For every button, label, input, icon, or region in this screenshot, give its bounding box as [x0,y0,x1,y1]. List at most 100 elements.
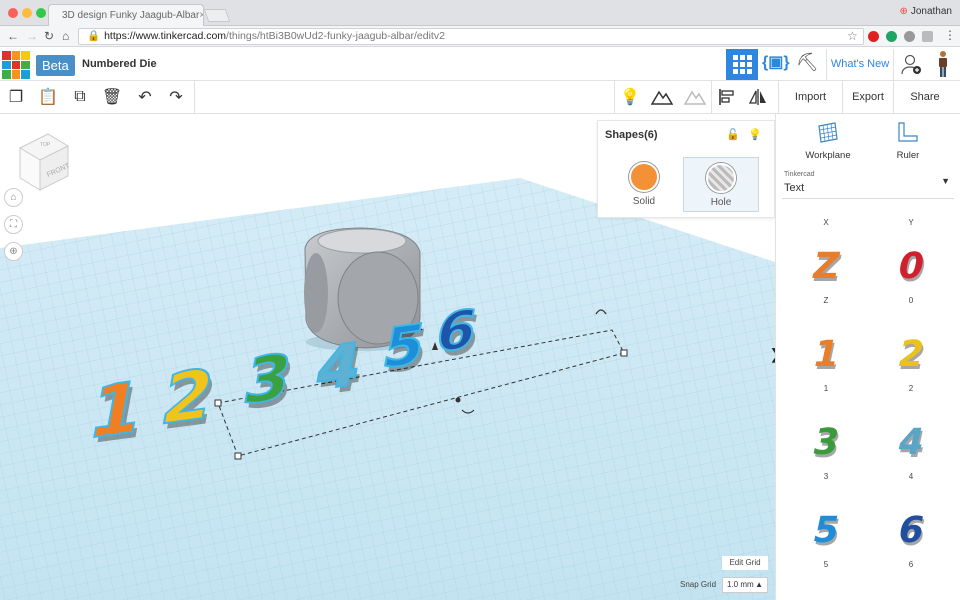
shape-tile-3[interactable]: 33 [796,418,856,481]
shape-preview-icon: 5 [809,510,843,551]
maximize-window-button[interactable] [36,8,46,18]
shape-tile-label: 6 [908,560,914,569]
paste-icon[interactable]: 📋 [38,87,58,107]
ruler-label[interactable]: Ruler [863,150,953,161]
snap-grid-value: 1.0 mm [727,580,754,589]
edit-grid-button[interactable]: Edit Grid [722,556,768,570]
browser-profile[interactable]: ⊕ Jonathan [899,6,952,17]
shape-tile-Y[interactable]: Y [881,214,941,227]
dropdown-arrow-icon[interactable]: ▼ [941,176,950,186]
fit-view-icon[interactable]: ⛶ [4,215,23,234]
lock-icon[interactable]: 🔓 [726,128,740,141]
extension-grammarly-icon[interactable] [886,31,897,42]
app-header: Beta Numbered Die {▣} ⛏ What's New [0,47,960,81]
mountain-outline-icon[interactable] [684,89,706,105]
selection-handle[interactable] [455,397,461,403]
shape-tile-X[interactable]: X [796,214,856,227]
workplane-mountain-icon[interactable] [651,89,673,105]
whats-new-button[interactable]: What's New [826,49,894,80]
shape-tile-2[interactable]: 22 [881,330,941,393]
codeblocks-icon[interactable]: {▣} [762,52,790,72]
redo-icon[interactable]: ↷ [166,87,186,107]
minimize-window-button[interactable] [22,8,32,18]
hole-pattern-swatch[interactable] [706,163,736,193]
shape-tile-1[interactable]: 11 [796,330,856,393]
workplane-label[interactable]: Workplane [783,150,873,161]
url-scheme: https:// [104,30,136,42]
design-title[interactable]: Numbered Die [82,58,157,70]
duplicate-icon[interactable]: ⧉ [70,87,90,107]
shape-tile-Z[interactable]: ZZ [796,242,856,305]
undo-icon[interactable]: ↶ [135,87,155,107]
extension-globe-icon[interactable] [904,31,915,42]
shape-preview-icon: 1 [809,334,843,375]
shape-tile-6[interactable]: 66 [881,506,941,569]
ortho-view-icon[interactable]: ⊕ [4,242,23,261]
forward-arrow-icon[interactable]: → [26,29,38,43]
shape-preview-icon: 6 [894,510,928,551]
browser-tab[interactable]: 3D design Funky Jaagub-Albar × [48,4,204,26]
close-window-button[interactable] [8,8,18,18]
extension-opera-icon[interactable] [868,31,879,42]
mirror-icon[interactable] [748,88,768,106]
ruler-icon[interactable] [896,120,920,144]
selection-handle[interactable] [234,452,242,460]
minecraft-pickaxe-icon[interactable]: ⛏ [796,52,819,73]
workplane-icon[interactable] [816,120,840,144]
category-group-label: Tinkercad [784,171,815,178]
solid-option[interactable]: Solid [606,157,682,212]
stepper-arrow-icon: ▲ [755,580,763,589]
snap-grid-label: Snap Grid [680,580,717,589]
secure-lock-icon: 🔒 [87,30,101,42]
profile-name: Jonathan [910,6,952,17]
shape-tile-4[interactable]: 44 [881,418,941,481]
copy-icon[interactable]: ❐ [6,87,26,107]
hole-option[interactable]: Hole [683,157,759,212]
url-host: www.tinkercad.com [135,30,227,42]
tinkercad-logo[interactable] [2,51,30,79]
grid-icon [732,55,752,74]
share-button[interactable]: Share [894,81,956,114]
bulb-icon[interactable]: 💡 [620,87,640,107]
add-user-icon[interactable] [900,54,922,76]
shape-preview-icon: 4 [894,422,928,463]
align-icon[interactable] [718,88,736,106]
shapes-inspector: Shapes(6) 🔓 💡 Solid Hole [597,120,775,218]
delete-trash-icon[interactable]: 🗑 [102,87,122,107]
snap-grid-select[interactable]: 1.0 mm ▲ [722,577,768,593]
shape-tile-label: Z [823,296,829,305]
reload-icon[interactable]: ↻ [44,29,54,43]
user-avatar-icon[interactable] [936,50,950,79]
shape-tile-label: X [823,218,829,227]
shape-tile-label: 4 [908,472,914,481]
export-button[interactable]: Export [843,81,893,114]
view-cube[interactable]: FRONT TOP [18,133,71,191]
shape-tile-label: 5 [823,560,829,569]
home-view-icon[interactable]: ⌂ [4,188,23,207]
shape-tile-label: 0 [908,296,914,305]
viewcube-top-label: TOP [40,142,51,148]
category-dropdown[interactable]: Text [784,182,804,194]
selection-handle[interactable] [214,399,222,407]
browser-menu-icon[interactable]: ⋮ [944,28,956,42]
beta-badge: Beta [36,55,75,76]
3d-view-button[interactable] [726,49,758,80]
shape-tile-0[interactable]: 00 [881,242,941,305]
solid-color-swatch[interactable] [629,162,659,192]
visibility-bulb-icon[interactable]: 💡 [748,128,762,141]
browser-address-row: ← → ↻ ⌂ 🔒 https://www.tinkercad.com/thing… [0,26,960,47]
shape-tile-label: 2 [908,384,914,393]
solid-label: Solid [632,196,656,207]
shape-tile-5[interactable]: 55 [796,506,856,569]
bookmark-star-icon[interactable]: ☆ [847,29,858,43]
address-bar[interactable]: 🔒 https://www.tinkercad.com/things/htBi3B… [78,28,864,45]
close-tab-icon[interactable]: × [199,10,203,21]
new-tab-button[interactable] [203,9,231,22]
extension-square-icon[interactable] [922,31,933,42]
selection-handle[interactable] [620,349,628,357]
home-icon[interactable]: ⌂ [62,29,69,43]
back-arrow-icon[interactable]: ← [7,29,19,43]
import-button[interactable]: Import [779,81,842,114]
shape-tile-label: 1 [823,384,829,393]
edit-toolbar: ❐ 📋 ⧉ 🗑 ↶ ↷ 💡 Import Export Share [0,81,960,114]
